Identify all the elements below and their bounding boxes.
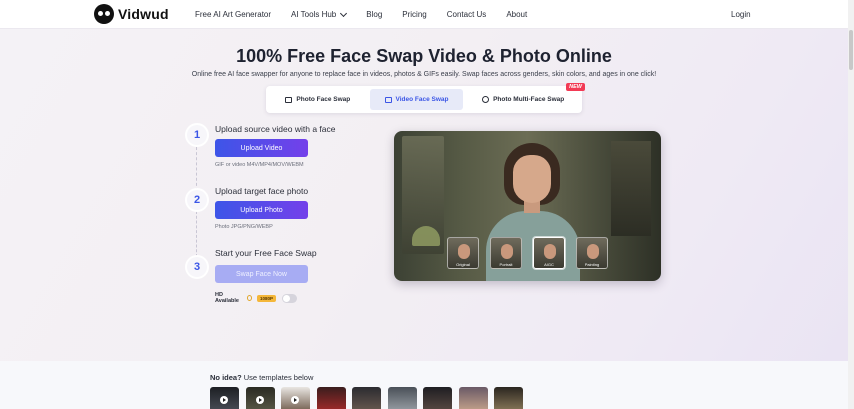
image-icon — [285, 96, 293, 103]
style-thumbnails: Original Portrait AIGC Painting — [447, 237, 619, 269]
thumbnail-label: Painting — [584, 262, 600, 267]
brand-name: Vidwud — [118, 6, 169, 22]
step-number-1: 1 — [187, 125, 207, 145]
step-2-title: Upload target face photo — [215, 186, 309, 196]
chevron-down-icon — [340, 9, 348, 17]
step-connector — [196, 147, 197, 191]
upload-photo-button[interactable]: Upload Photo — [215, 201, 308, 219]
thumbnail-label: Original — [456, 262, 470, 267]
nav-link-blog[interactable]: Blog — [366, 10, 382, 19]
thumbnail-face — [501, 244, 513, 259]
thumbnail-face — [544, 244, 556, 259]
thumbnail-original[interactable]: Original — [447, 237, 479, 269]
thumbnail-painting[interactable]: Painting — [576, 237, 608, 269]
step-number-3: 3 — [187, 257, 207, 277]
template-item[interactable] — [387, 387, 417, 409]
step-1-hint: GIF or video M4V/MP4/MOV/WEBM — [215, 162, 304, 168]
tab-photo-face-swap[interactable]: Photo Face Swap — [269, 89, 367, 110]
preview-image: Original Portrait AIGC Painting — [394, 131, 661, 281]
hd-resolution-badge: 1080P — [256, 294, 276, 302]
preview-bg-shelf — [611, 141, 651, 236]
thumbnail-face — [587, 244, 599, 259]
info-icon[interactable] — [246, 295, 252, 301]
hd-toggle[interactable] — [281, 293, 297, 303]
step-number-2: 2 — [187, 190, 207, 210]
template-item[interactable] — [245, 387, 275, 409]
nav-link-ai-tools-label: AI Tools Hub — [291, 10, 337, 19]
template-item[interactable] — [281, 387, 310, 409]
tab-photo-label: Photo Face Swap — [296, 96, 351, 103]
new-badge: NEW — [566, 83, 585, 91]
tab-video-label: Video Face Swap — [395, 96, 449, 103]
play-icon — [220, 396, 228, 404]
play-icon — [291, 396, 299, 404]
tab-multi-face-swap[interactable]: Photo Multi-Face Swap NEW — [467, 83, 585, 110]
thumbnail-label: AIGC — [544, 262, 554, 267]
nav-link-contact[interactable]: Contact Us — [447, 10, 487, 19]
brand-logo[interactable]: Vidwud — [94, 4, 169, 24]
mode-tabs: Photo Face Swap Video Face Swap Photo Mu… — [266, 83, 585, 113]
template-item[interactable] — [423, 387, 452, 409]
templates-title-bold: No idea? — [210, 373, 242, 382]
video-icon — [384, 96, 392, 103]
thumbnail-face — [458, 244, 470, 259]
thumbnail-portrait[interactable]: Portrait — [490, 237, 522, 269]
tab-multi-label: Photo Multi-Face Swap — [493, 96, 565, 103]
template-item[interactable] — [458, 387, 488, 409]
template-list — [210, 387, 530, 409]
page-title: 100% Free Face Swap Video & Photo Online — [236, 46, 612, 66]
templates-title: No idea? Use templates below — [210, 373, 313, 382]
template-item[interactable] — [210, 387, 239, 409]
templates-title-rest: Use templates below — [241, 373, 314, 382]
step-1-title: Upload source video with a face — [215, 124, 336, 134]
template-item[interactable] — [352, 387, 381, 409]
play-icon — [255, 396, 264, 404]
hd-option: HD Available 1080P — [215, 292, 297, 304]
template-item[interactable] — [316, 387, 346, 409]
page-subtitle: Online free AI face swapper for anyone t… — [191, 71, 657, 78]
nav-link-about[interactable]: About — [506, 10, 527, 19]
preview-bg-lamp — [412, 226, 440, 246]
upload-video-button[interactable]: Upload Video — [215, 139, 308, 157]
step-3-title: Start your Free Face Swap — [215, 248, 317, 258]
face-icon — [482, 96, 490, 103]
tab-video-face-swap[interactable]: Video Face Swap — [369, 89, 464, 110]
preview-person-face — [513, 155, 551, 203]
page-scrollbar[interactable] — [848, 0, 854, 409]
template-item[interactable] — [494, 387, 523, 409]
swap-face-now-button[interactable]: Swap Face Now — [215, 265, 308, 283]
nav-link-pricing[interactable]: Pricing — [402, 10, 426, 19]
hd-label: HD Available — [215, 292, 239, 304]
top-navbar: Vidwud Free AI Art Generator AI Tools Hu… — [0, 0, 854, 29]
thumbnail-aigc[interactable]: AIGC — [533, 237, 565, 269]
logo-icon — [94, 4, 114, 24]
step-connector — [196, 211, 197, 257]
nav-link-ai-art[interactable]: Free AI Art Generator — [195, 10, 271, 19]
login-link[interactable]: Login — [731, 10, 751, 19]
nav-link-ai-tools[interactable]: AI Tools Hub — [291, 9, 348, 19]
nav-links: Free AI Art Generator AI Tools Hub Blog … — [195, 0, 547, 29]
scrollbar-thumb[interactable] — [849, 30, 853, 70]
thumbnail-label: Portrait — [499, 262, 513, 267]
step-2-hint: Photo JPG/PNG/WEBP — [215, 224, 273, 230]
